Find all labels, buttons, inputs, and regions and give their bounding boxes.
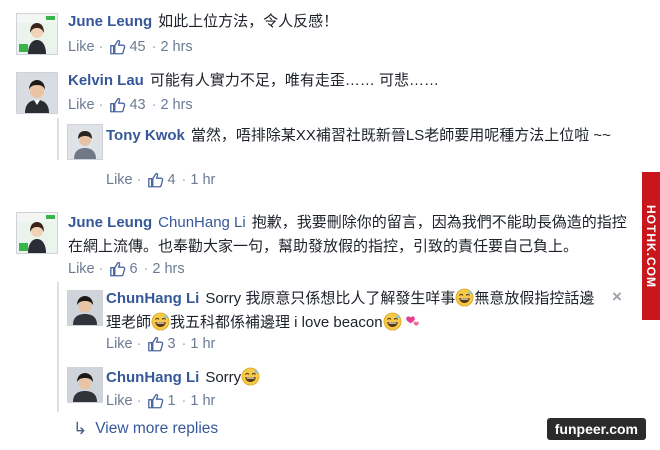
reply-text: Sorry: [205, 369, 242, 386]
like-count[interactable]: 3: [167, 336, 175, 352]
kelvin-lau-avatar[interactable]: [16, 72, 58, 114]
view-more-replies-link[interactable]: ↳ View more replies: [73, 419, 218, 439]
reply-body: Tony Kwok 當然，唔排除某XX補習社既新晉LS老師要用呢種方法上位啦 ~~: [106, 124, 626, 148]
like-count[interactable]: 6: [129, 261, 137, 277]
reply-thread-line: [57, 118, 59, 160]
timestamp[interactable]: 2 hrs: [160, 39, 192, 55]
thumb-up-icon[interactable]: [109, 96, 127, 114]
reply-thread-line: [57, 282, 59, 412]
reply-actions: Like · 3 · 1 hr: [106, 335, 215, 353]
timestamp[interactable]: 2 hrs: [152, 261, 184, 277]
june-leung-avatar[interactable]: [16, 13, 58, 55]
like-button[interactable]: Like: [68, 97, 95, 113]
reply-body: ChunHang Li Sorry 我原意只係想比人了解發生咩事 無意放假指控話邊理…: [106, 287, 606, 335]
like-count[interactable]: 45: [129, 39, 145, 55]
bottom-watermark: funpeer.com: [546, 418, 646, 440]
separator-dot: ·: [136, 336, 142, 352]
reply-arrow-icon: ↳: [73, 419, 88, 438]
reply-body: ChunHang Li Sorry: [106, 366, 506, 390]
comment-actions: Like · 6 · 2 hrs: [68, 260, 185, 278]
separator-dot: ·: [98, 97, 104, 113]
thumb-up-icon[interactable]: [147, 335, 165, 353]
separator-dot: ·: [151, 97, 157, 113]
close-icon[interactable]: ×: [612, 287, 622, 307]
like-button[interactable]: Like: [106, 172, 133, 188]
separator-dot: ·: [136, 172, 142, 188]
thumb-up-icon[interactable]: [147, 392, 165, 410]
view-more-label[interactable]: View more replies: [95, 420, 218, 438]
chunhang-li-avatar[interactable]: [67, 290, 103, 326]
comment-actions: Like · 45 · 2 hrs: [68, 38, 193, 56]
separator-dot: ·: [98, 261, 104, 277]
tony-kwok-avatar[interactable]: [67, 124, 103, 160]
reply-actions: Like · 1 · 1 hr: [106, 392, 215, 410]
reply-text: 理老師: [106, 314, 152, 331]
grinning-sweat-emoji: [455, 288, 474, 307]
reply-actions: Like · 4 · 1 hr: [106, 171, 215, 189]
separator-dot: ·: [151, 39, 157, 55]
comment-body: Kelvin Lau 可能有人實力不足，唯有走歪…… 可悲……: [68, 69, 628, 93]
comment-body: June Leung ChunHang Li 抱歉，我要刪除你的留言，因為我們不能助…: [68, 211, 638, 259]
two-hearts-emoji: [402, 312, 421, 331]
reply-author[interactable]: ChunHang Li: [106, 369, 199, 386]
chunhang-li-avatar[interactable]: [67, 367, 103, 403]
grinning-sweat-emoji: [241, 367, 260, 386]
like-count[interactable]: 43: [129, 97, 145, 113]
reply-text: Sorry 我原意只係想比人了解發生咩事: [205, 290, 456, 307]
timestamp[interactable]: 1 hr: [190, 393, 215, 409]
comment-body: June Leung 如此上位方法，令人反感！: [68, 10, 628, 34]
reply-text: 我五科都係補邊理 i love beacon: [170, 314, 383, 331]
grinning-sweat-emoji: [383, 312, 402, 331]
timestamp[interactable]: 2 hrs: [160, 97, 192, 113]
reply-text: 無意放假指控話邊: [474, 290, 595, 307]
separator-dot: ·: [136, 393, 142, 409]
june-leung-avatar[interactable]: [16, 212, 58, 254]
separator-dot: ·: [181, 393, 187, 409]
reply-author[interactable]: ChunHang Li: [106, 290, 199, 307]
like-button[interactable]: Like: [68, 261, 95, 277]
comment-author[interactable]: June Leung: [68, 214, 152, 231]
separator-dot: ·: [98, 39, 104, 55]
like-count[interactable]: 1: [167, 393, 175, 409]
separator-dot: ·: [181, 172, 187, 188]
grinning-sweat-emoji: [151, 312, 170, 331]
reply-author[interactable]: Tony Kwok: [106, 127, 185, 144]
separator-dot: ·: [181, 336, 187, 352]
like-count[interactable]: 4: [167, 172, 175, 188]
reply-text: 當然，唔排除某XX補習社既新晉LS老師要用呢種方法上位啦 ~~: [190, 127, 611, 144]
timestamp[interactable]: 1 hr: [190, 336, 215, 352]
thumb-up-icon[interactable]: [147, 171, 165, 189]
separator-dot: ·: [143, 261, 149, 277]
thumb-up-icon[interactable]: [109, 260, 127, 278]
mention-link[interactable]: ChunHang Li: [158, 214, 246, 231]
like-button[interactable]: Like: [68, 39, 95, 55]
like-button[interactable]: Like: [106, 336, 133, 352]
comment-text: 可能有人實力不足，唯有走歪…… 可悲……: [149, 72, 440, 89]
comment-author[interactable]: June Leung: [68, 13, 152, 30]
timestamp[interactable]: 1 hr: [190, 172, 215, 188]
like-button[interactable]: Like: [106, 393, 133, 409]
side-watermark: HOTHK.COM: [642, 172, 660, 320]
thumb-up-icon[interactable]: [109, 38, 127, 56]
comment-text: 如此上位方法，令人反感！: [158, 13, 339, 30]
comment-author[interactable]: Kelvin Lau: [68, 72, 144, 89]
comment-actions: Like · 43 · 2 hrs: [68, 96, 193, 114]
